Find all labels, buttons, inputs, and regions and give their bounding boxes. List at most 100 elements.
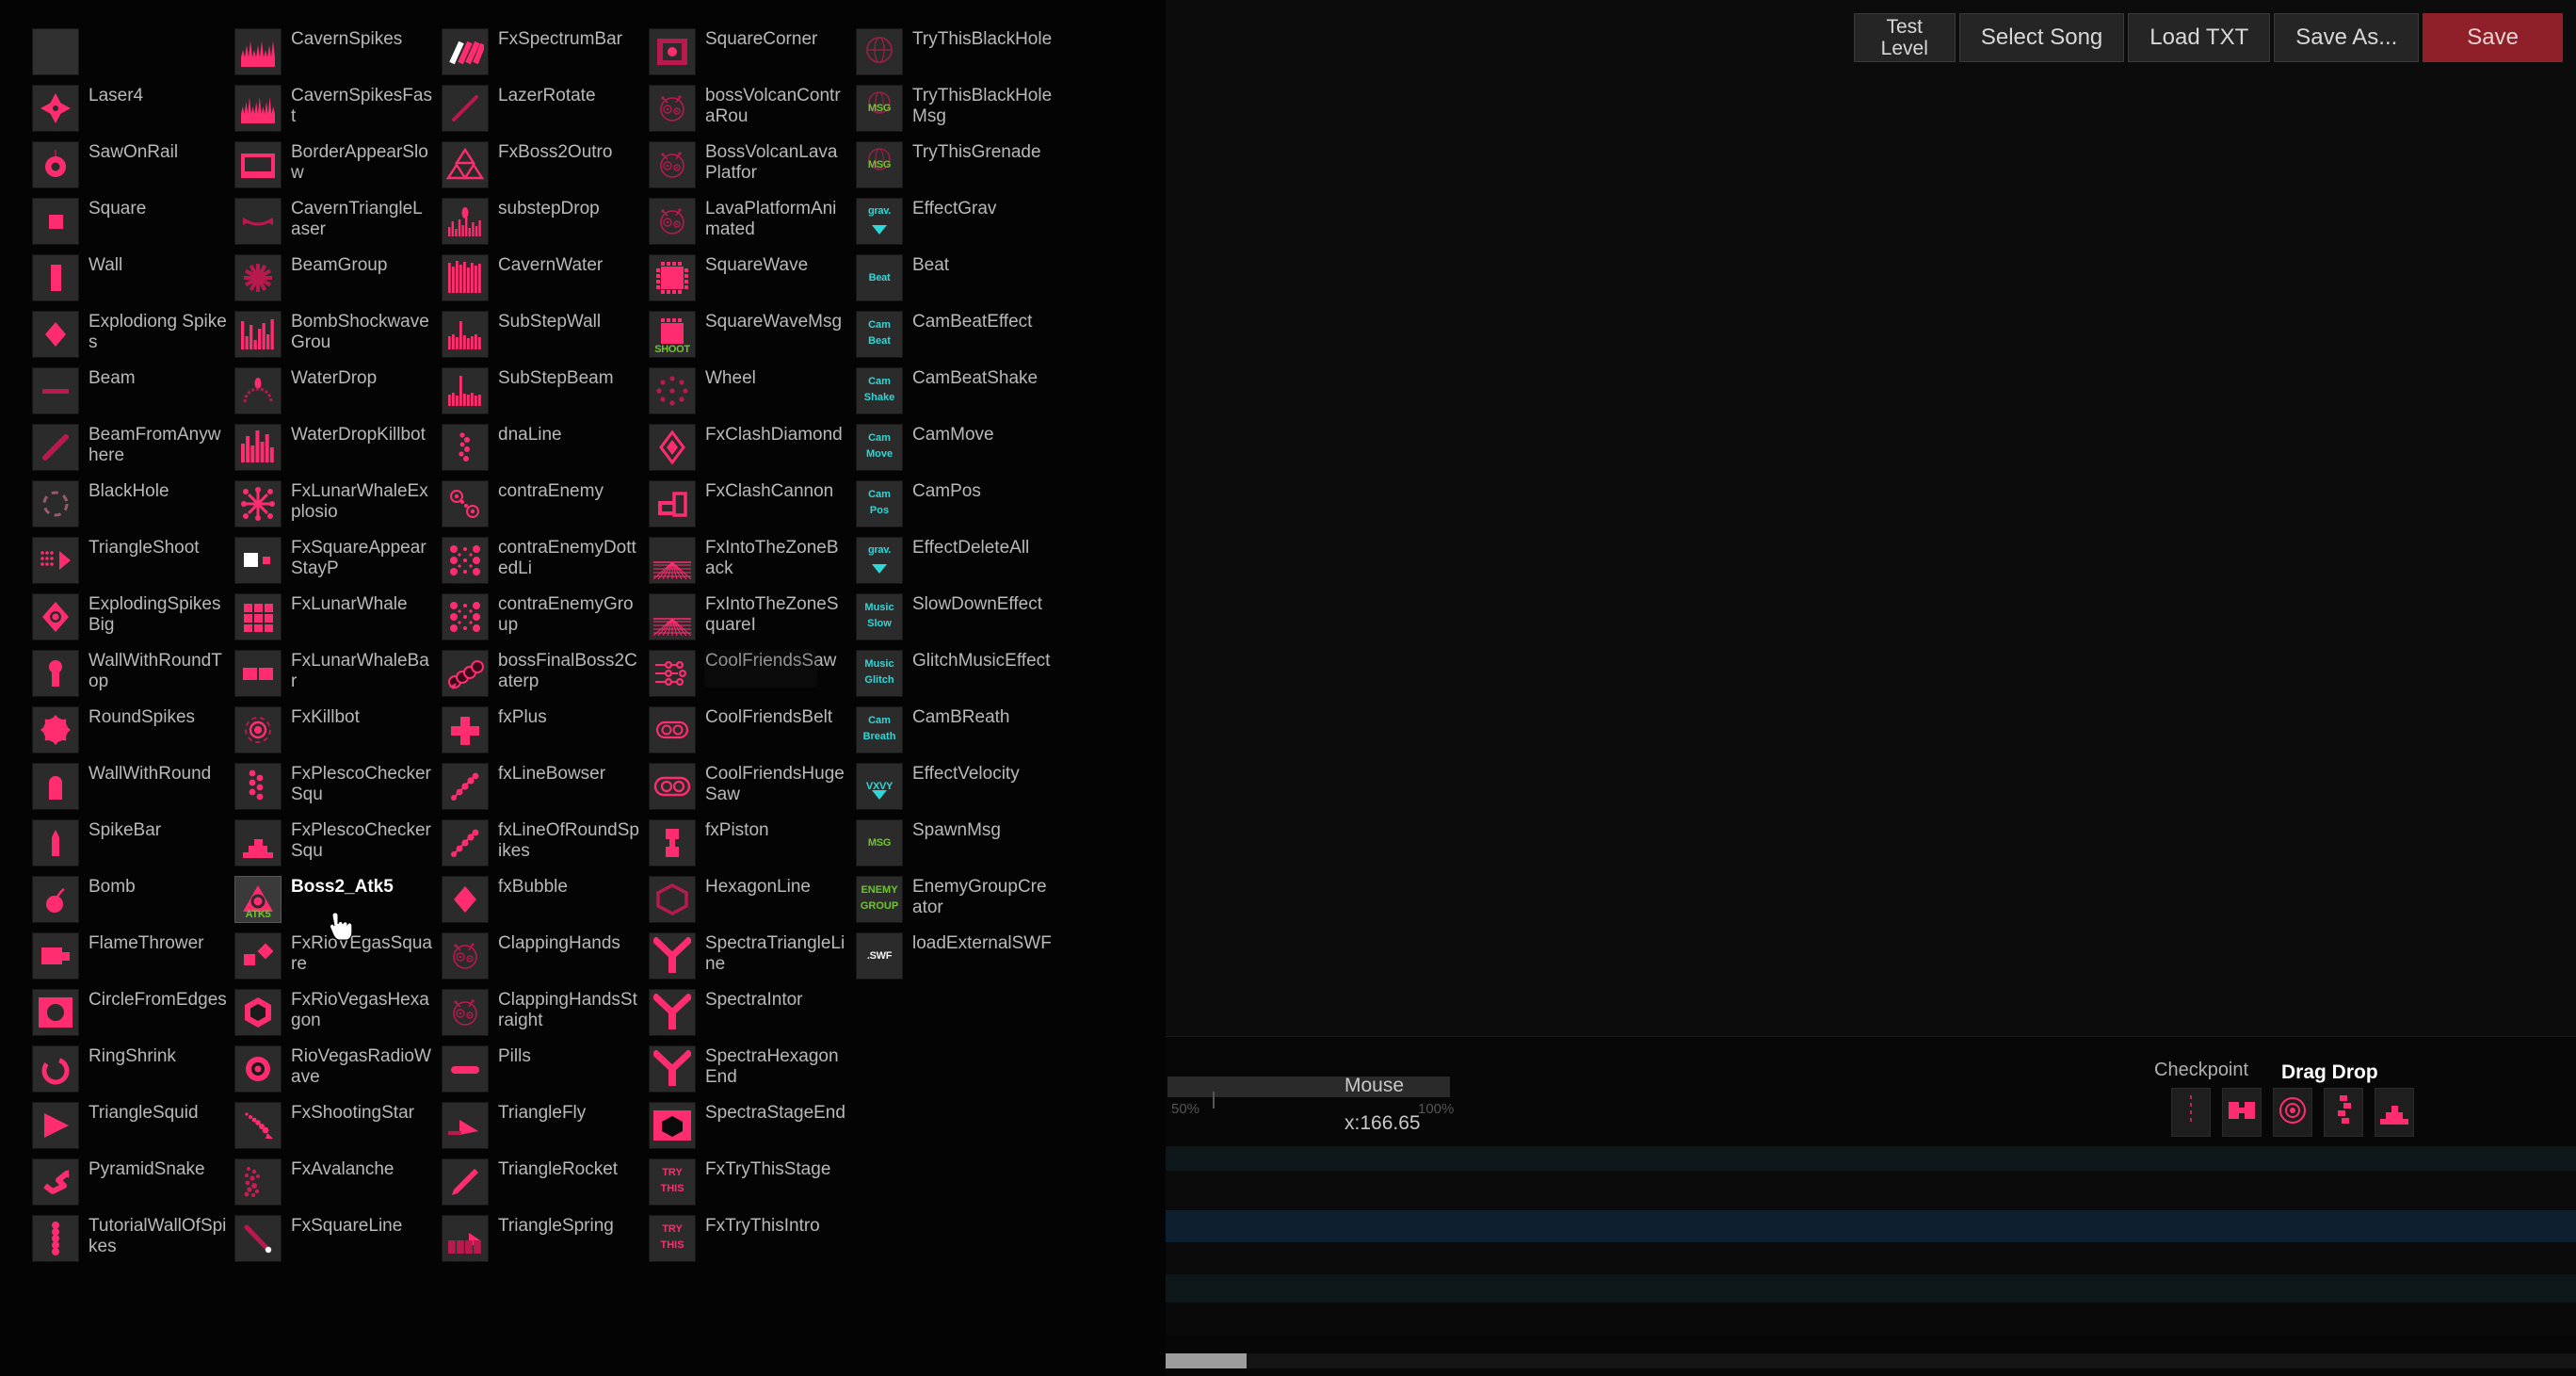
substep-wall-icon[interactable] xyxy=(442,311,489,358)
palette-item[interactable]: FxClashCannon xyxy=(649,480,856,537)
ring-shrink-icon[interactable] xyxy=(32,1045,79,1093)
palette-item[interactable]: Square xyxy=(32,198,234,254)
cam-breath-icon[interactable]: Cam Breath xyxy=(856,706,903,753)
scrollbar-thumb[interactable] xyxy=(1166,1353,1247,1368)
fx-rio-vegas-hexagon-icon[interactable] xyxy=(234,989,282,1036)
palette-item[interactable]: Wheel xyxy=(649,367,856,424)
palette-item[interactable]: TryThisBlackHole xyxy=(856,28,1072,85)
load-external-swf-icon[interactable]: .SWF xyxy=(856,932,903,979)
tutorial-wall-of-spikes-icon[interactable] xyxy=(32,1215,79,1262)
triangle-shoot-icon[interactable] xyxy=(32,537,79,584)
fx-try-this-stage-icon[interactable]: TRY THIS xyxy=(649,1158,696,1206)
palette-item[interactable]: Music Glitch GlitchMusicEffect xyxy=(856,650,1072,706)
palette-item[interactable]: SquareCorner xyxy=(649,28,856,85)
cam-move-icon[interactable]: Cam Move xyxy=(856,424,903,471)
wall-with-round-top-icon[interactable] xyxy=(32,650,79,697)
square-wave-msg-icon[interactable]: SHOOT xyxy=(649,311,696,358)
spectra-intor-icon[interactable] xyxy=(649,989,696,1036)
palette-item[interactable]: RingShrink xyxy=(32,1045,234,1102)
palette-item[interactable]: TriangleSpring xyxy=(442,1215,649,1271)
cool-friends-huge-saw-icon[interactable] xyxy=(649,763,696,810)
palette-item[interactable]: fxLineBowser xyxy=(442,763,649,819)
palette-item[interactable]: FxIntoTheZoneSquareI xyxy=(649,593,856,650)
effect-grav-icon[interactable]: grav. xyxy=(856,198,903,245)
wheel-icon[interactable] xyxy=(649,367,696,414)
palette-item[interactable]: Pills xyxy=(442,1045,649,1102)
fx-into-the-zone-back-icon[interactable] xyxy=(649,537,696,584)
fx-line-of-round-spikes-icon[interactable] xyxy=(442,819,489,866)
palette-item[interactable]: FxLunarWhaleBar xyxy=(234,650,442,706)
palette-item[interactable]: VXVY EffectVelocity xyxy=(856,763,1072,819)
effect-velocity-icon[interactable]: VXVY xyxy=(856,763,903,810)
lazer-rotate-icon[interactable] xyxy=(442,85,489,132)
try-this-grenade-icon[interactable]: MSG xyxy=(856,141,903,188)
fx-bubble-icon[interactable] xyxy=(442,876,489,923)
palette-item[interactable]: fxBubble xyxy=(442,876,649,932)
circle-from-edges-icon[interactable] xyxy=(32,989,79,1036)
palette-item[interactable]: MSG SpawnMsg xyxy=(856,819,1072,876)
palette-item[interactable]: contraEnemyDottedLi xyxy=(442,537,649,593)
palette-item[interactable]: bossVolcanContraRou xyxy=(649,85,856,141)
square-corner-icon[interactable] xyxy=(649,28,696,75)
try-this-black-hole-msg-icon[interactable]: MSG xyxy=(856,85,903,132)
palette-item[interactable]: SubStepBeam xyxy=(442,367,649,424)
palette-item[interactable]: CoolFriendsBelt xyxy=(649,706,856,763)
palette-item[interactable]: Cam Shake CamBeatShake xyxy=(856,367,1072,424)
timeline-lane[interactable] xyxy=(1166,1303,2576,1335)
fx-avalanche-icon[interactable] xyxy=(234,1158,282,1206)
palette-item[interactable]: grav. EffectGrav xyxy=(856,198,1072,254)
palette-item[interactable]: Cam Move CamMove xyxy=(856,424,1072,480)
palette-item[interactable]: bossFinalBoss2Caterp xyxy=(442,650,649,706)
flame-thrower-icon[interactable] xyxy=(32,932,79,979)
palette-item[interactable]: ENEMY GROUP EnemyGroupCreator xyxy=(856,876,1072,932)
palette-item[interactable]: SpectraIntor xyxy=(649,989,856,1045)
clapping-hands-icon[interactable] xyxy=(442,932,489,979)
timeline-horizontal-scrollbar[interactable] xyxy=(1166,1353,2576,1368)
fx-lunar-whale-explosion-icon[interactable] xyxy=(234,480,282,527)
palette-item[interactable]: WaterDropKillbot xyxy=(234,424,442,480)
drag-drop-wall-tool[interactable] xyxy=(2222,1088,2262,1137)
palette-item[interactable]: substepDrop xyxy=(442,198,649,254)
palette-item[interactable]: WaterDrop xyxy=(234,367,442,424)
empty-thumb[interactable] xyxy=(32,28,79,75)
palette-item[interactable]: fxPiston xyxy=(649,819,856,876)
palette-item[interactable]: BorderAppearSlow xyxy=(234,141,442,198)
fx-plus-icon[interactable] xyxy=(442,706,489,753)
cavern-spikes-icon[interactable] xyxy=(234,28,282,75)
palette-item[interactable]: FxAvalanche xyxy=(234,1158,442,1215)
palette-item[interactable]: BeamGroup xyxy=(234,254,442,311)
cavern-spikes-fast-icon[interactable] xyxy=(234,85,282,132)
border-appear-slow-icon[interactable] xyxy=(234,141,282,188)
spike-bar-icon[interactable] xyxy=(32,819,79,866)
palette-item[interactable]: CavernTriangleLaser xyxy=(234,198,442,254)
palette-item[interactable]: HexagonLine xyxy=(649,876,856,932)
cavern-triangle-laser-icon[interactable] xyxy=(234,198,282,245)
contra-enemy-icon[interactable] xyxy=(442,480,489,527)
palette-item[interactable]: FxBoss2Outro xyxy=(442,141,649,198)
palette-item[interactable]: CavernSpikes xyxy=(234,28,442,85)
test-level-button[interactable]: Test Level xyxy=(1853,13,1956,62)
palette-item[interactable]: .SWF loadExternalSWF xyxy=(856,932,1072,989)
palette-item[interactable]: FxLunarWhale xyxy=(234,593,442,650)
palette-item[interactable]: CavernWater xyxy=(442,254,649,311)
palette-item[interactable]: Cam Pos CamPos xyxy=(856,480,1072,537)
timeline-lane[interactable] xyxy=(1166,1146,2576,1171)
drag-drop-spikes-tool[interactable] xyxy=(2324,1088,2363,1137)
palette-item[interactable]: contraEnemy xyxy=(442,480,649,537)
palette-item[interactable]: TriangleFly xyxy=(442,1102,649,1158)
fx-clash-diamond-icon[interactable] xyxy=(649,424,696,471)
palette-item[interactable]: FxPlescoCheckerSqu xyxy=(234,819,442,876)
clapping-hands-straight-icon[interactable] xyxy=(442,989,489,1036)
zoom-slider-handle[interactable] xyxy=(1213,1092,1215,1109)
bomb-icon[interactable] xyxy=(32,876,79,923)
fx-line-bowser-icon[interactable] xyxy=(442,763,489,810)
timeline-lane[interactable] xyxy=(1166,1274,2576,1303)
palette-item[interactable]: Laser4 xyxy=(32,85,234,141)
timeline-lanes[interactable] xyxy=(1166,1146,2576,1335)
triangle-rocket-icon[interactable] xyxy=(442,1158,489,1206)
substep-beam-icon[interactable] xyxy=(442,367,489,414)
hexagon-line-icon[interactable] xyxy=(649,876,696,923)
palette-item[interactable]: FlameThrower xyxy=(32,932,234,989)
pills-icon[interactable] xyxy=(442,1045,489,1093)
exploding-spikes-icon[interactable] xyxy=(32,311,79,358)
